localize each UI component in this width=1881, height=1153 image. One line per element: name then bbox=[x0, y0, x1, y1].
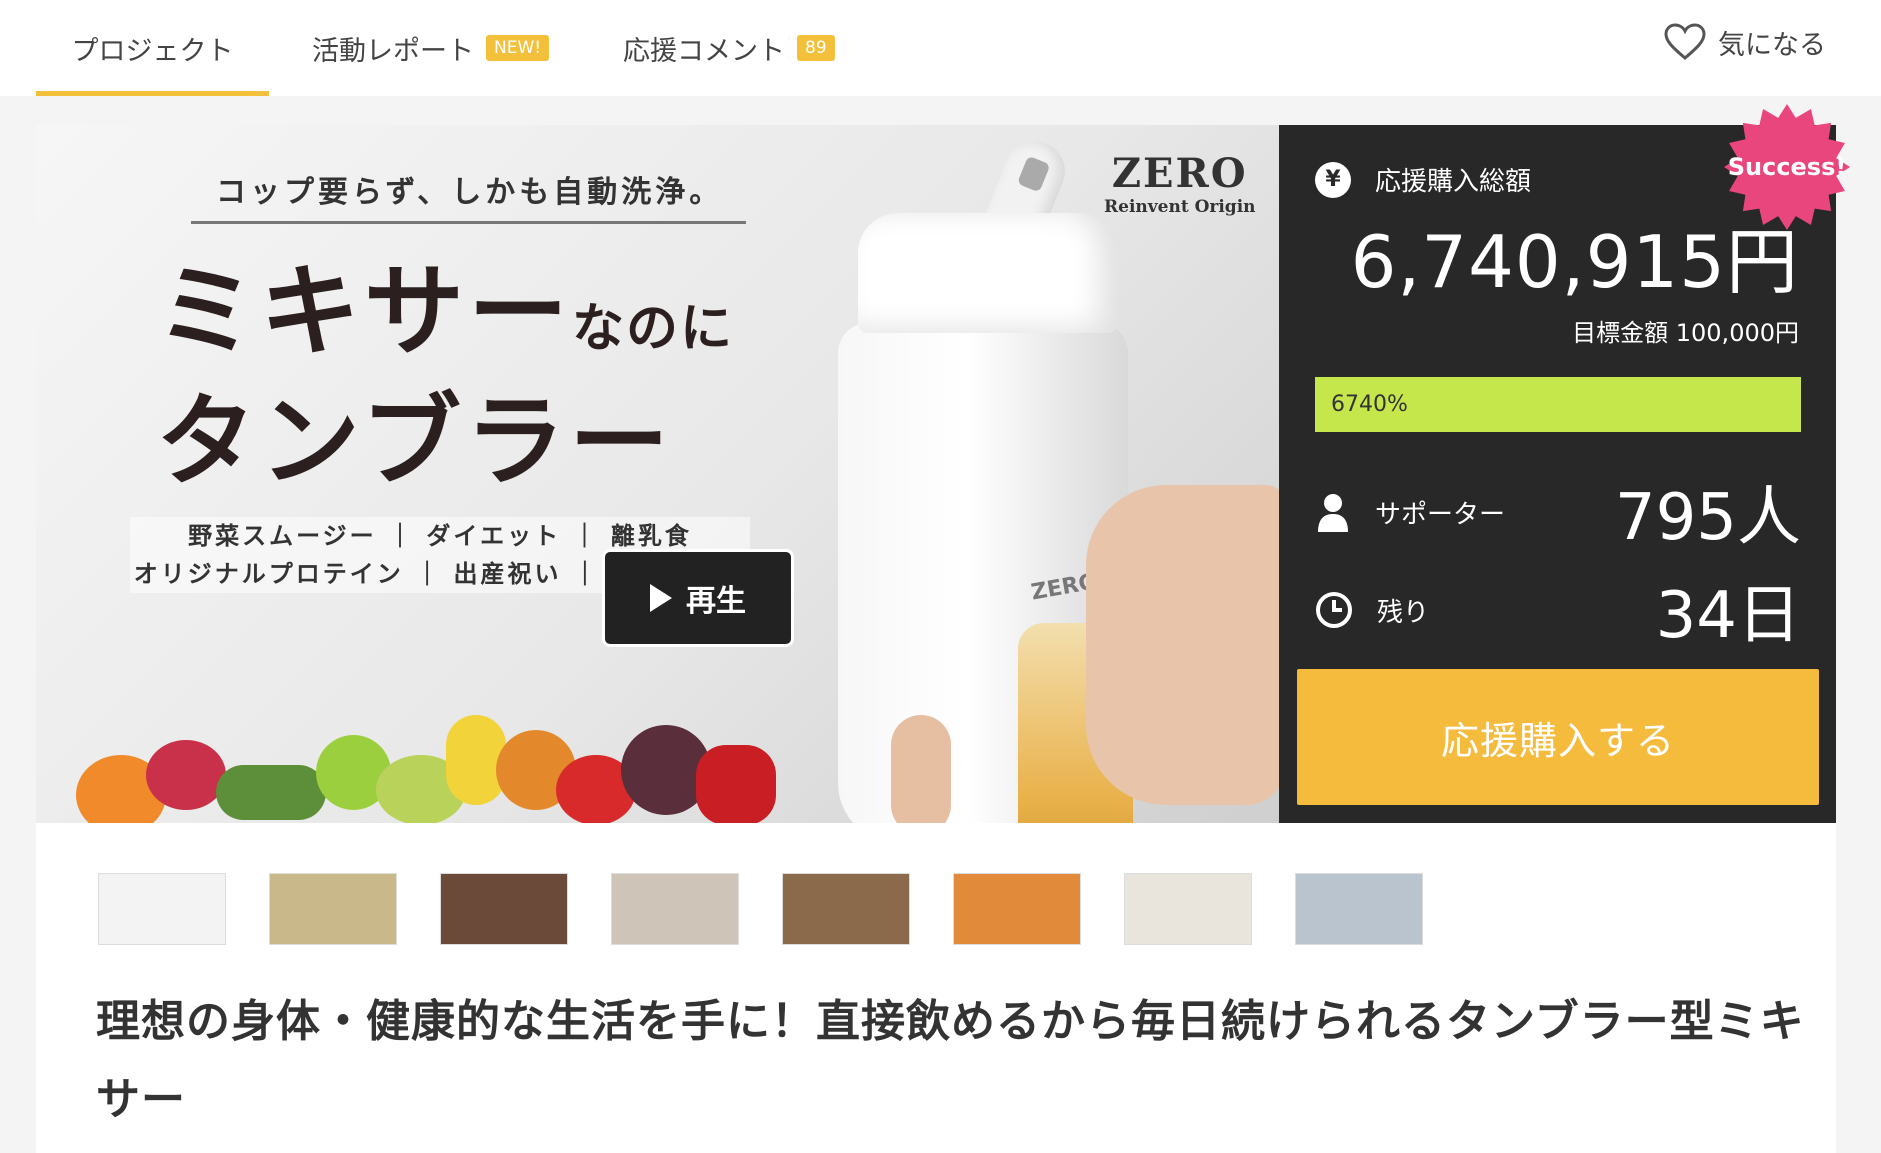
remaining-label: 残り bbox=[1377, 597, 1430, 628]
tab-project[interactable]: プロジェクト bbox=[36, 0, 269, 96]
tab-activity-report[interactable]: 活動レポート NEW! bbox=[312, 0, 550, 96]
comment-count-badge: 89 bbox=[797, 35, 835, 61]
goal-amount: 目標金額 100,000円 bbox=[1572, 319, 1799, 347]
success-label: Success! bbox=[1727, 153, 1847, 181]
total-amount-value: 6,740,915円 bbox=[1350, 220, 1799, 304]
top-nav: プロジェクト 活動レポート NEW! 応援コメント 89 気になる bbox=[0, 0, 1881, 96]
brand-logo-mark: ZERO bbox=[1111, 150, 1248, 197]
image-gallery bbox=[98, 873, 1466, 945]
gallery-thumbnail[interactable] bbox=[611, 873, 739, 945]
hero-headline-small: なのに bbox=[572, 298, 735, 359]
vegetables-image bbox=[76, 715, 796, 823]
hero-headline-second: タンブラー bbox=[156, 382, 673, 500]
hero-headline: ミキサーなのに タンブラー bbox=[156, 255, 734, 497]
total-amount-label: 応援購入総額 bbox=[1375, 167, 1532, 197]
progress-percent: 6740% bbox=[1331, 392, 1408, 417]
favorite-label: 気になる bbox=[1718, 29, 1826, 61]
project-content: 理想の身体・健康的な生活を手に！直接飲めるから毎日続けられるタンブラー型ミキサー bbox=[36, 823, 1836, 1153]
play-video-button[interactable]: 再生 bbox=[602, 549, 794, 647]
gallery-thumbnail[interactable] bbox=[1295, 873, 1423, 945]
hero-tagline: コップ要らず、しかも自動洗浄。 bbox=[216, 175, 724, 210]
project-title: 理想の身体・健康的な生活を手に！直接飲めるから毎日続けられるタンブラー型ミキサー bbox=[96, 996, 1805, 1125]
gallery-thumbnail[interactable] bbox=[98, 873, 226, 945]
hero-divider bbox=[191, 221, 746, 224]
support-purchase-button[interactable]: 応援購入する bbox=[1297, 669, 1819, 805]
yen-icon: ¥ bbox=[1315, 161, 1351, 198]
remaining-row: 残り 34日 bbox=[1315, 575, 1801, 653]
remaining-value: 34日 bbox=[1655, 579, 1801, 653]
brand-logo: ZERO Reinvent Origin bbox=[1104, 150, 1256, 217]
gallery-thumbnail[interactable] bbox=[269, 873, 397, 945]
gallery-thumbnail[interactable] bbox=[1124, 873, 1252, 945]
gallery-thumbnail[interactable] bbox=[953, 873, 1081, 945]
tab-support-comments[interactable]: 応援コメント 89 bbox=[623, 0, 835, 96]
hero-media: コップ要らず、しかも自動洗浄。 ミキサーなのに タンブラー 野菜スムージー ｜ … bbox=[36, 125, 1279, 823]
tumbler-lid bbox=[858, 213, 1118, 333]
supporters-row: サポーター 795人 bbox=[1315, 477, 1801, 555]
tab-support-comments-label: 応援コメント bbox=[623, 35, 785, 67]
tab-project-label: プロジェクト bbox=[71, 35, 234, 67]
tab-activity-report-label: 活動レポート bbox=[312, 35, 474, 67]
play-icon bbox=[650, 584, 672, 612]
total-amount-header: ¥ 応援購入総額 bbox=[1315, 161, 1531, 198]
supporters-label: サポーター bbox=[1375, 499, 1506, 530]
clock-icon bbox=[1316, 592, 1352, 628]
hand-image bbox=[1086, 485, 1279, 805]
heart-icon bbox=[1664, 23, 1706, 60]
hero-headline-main: ミキサー bbox=[156, 252, 572, 370]
success-badge: Success! bbox=[1724, 104, 1850, 230]
person-icon bbox=[1318, 494, 1348, 532]
progress-bar: 6740% bbox=[1315, 377, 1801, 432]
supporters-value: 795人 bbox=[1614, 481, 1801, 555]
gallery-thumbnail[interactable] bbox=[440, 873, 568, 945]
play-label: 再生 bbox=[686, 584, 746, 619]
gallery-thumbnail[interactable] bbox=[782, 873, 910, 945]
new-badge: NEW! bbox=[486, 35, 550, 61]
thumb-image bbox=[891, 715, 951, 823]
favorite-button[interactable]: 気になる bbox=[1664, 0, 1826, 84]
